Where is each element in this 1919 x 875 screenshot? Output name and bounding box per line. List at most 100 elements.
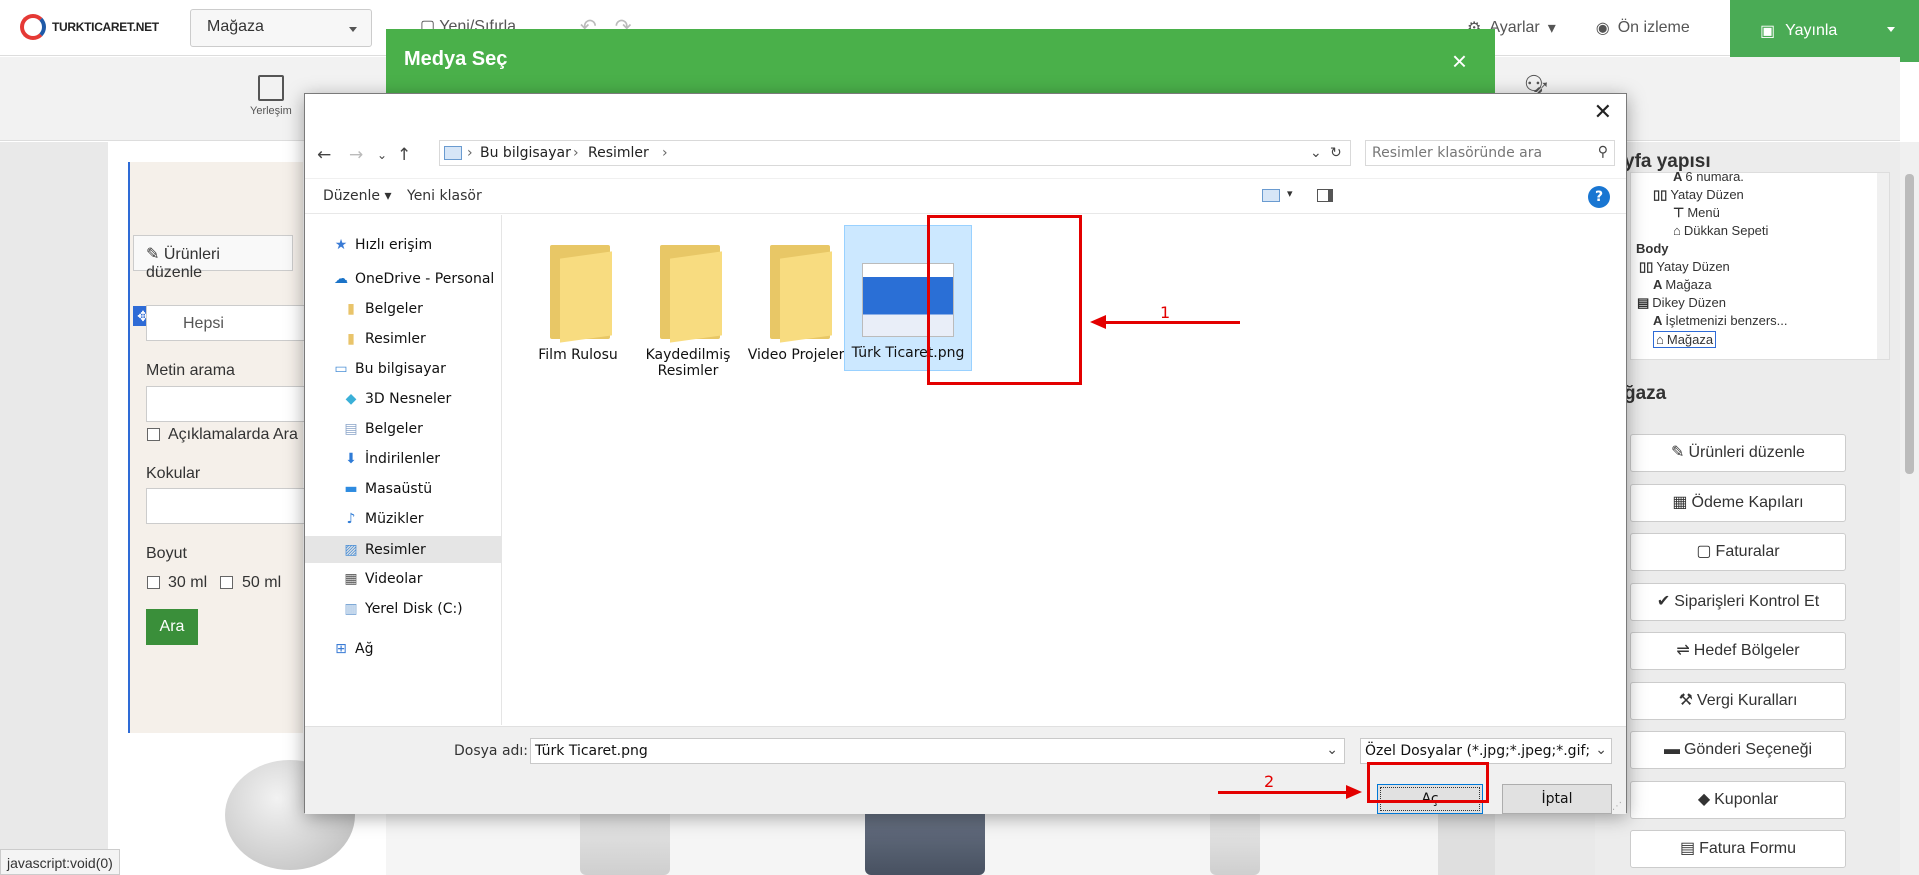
computer-icon: ▭ xyxy=(334,361,348,377)
search-input[interactable]: Resimler klasöründe ara ⚲ xyxy=(1365,140,1615,166)
store-action-button[interactable]: ▢ Faturalar xyxy=(1630,533,1846,571)
tree-item[interactable]: ⌂ Dükkan Sepeti xyxy=(1673,223,1768,238)
tree-item[interactable]: A6 numara. xyxy=(1673,169,1744,184)
cancel-button[interactable]: İptal xyxy=(1502,784,1612,814)
store-action-button[interactable]: ▦ Ödeme Kapıları xyxy=(1630,483,1846,522)
search-descriptions-checkbox[interactable] xyxy=(147,428,160,441)
search-icon: ⚲ xyxy=(1597,144,1608,160)
tree-item-label: Body xyxy=(1636,241,1669,256)
store-action-button[interactable]: ◆ Kuponlar xyxy=(1630,780,1846,819)
nav-item-label: OneDrive - Personal xyxy=(355,271,495,287)
nav-item-label: Bu bilgisayar xyxy=(355,361,446,377)
nav-item[interactable]: ♪ Müzikler xyxy=(343,511,424,527)
size-30-label: 30 ml xyxy=(168,574,208,591)
close-icon[interactable]: ✕ xyxy=(1594,100,1612,125)
recent-locations-icon[interactable]: ⌄ xyxy=(377,148,387,162)
nav-item[interactable]: ▮ Belgeler xyxy=(343,301,423,317)
text-search-input[interactable] xyxy=(146,386,306,422)
folder-item[interactable]: Video Projeleri xyxy=(734,235,862,363)
nav-item-label: Masaüstü xyxy=(365,481,433,497)
up-arrow-icon[interactable]: ↑ xyxy=(397,145,411,165)
store-action-button[interactable]: ▬ Gönderi Seçeneği xyxy=(1630,731,1846,769)
store-action-label: Ödeme Kapıları xyxy=(1691,493,1804,511)
nav-item[interactable]: ▤ Belgeler xyxy=(343,421,423,437)
edit-products-button-left[interactable]: ✎ Ürünleri düzenle xyxy=(133,235,293,281)
tree-item[interactable]: ⌂ Mağaza xyxy=(1653,331,1717,348)
nav-item[interactable]: ☁ OneDrive - Personal xyxy=(333,271,494,287)
new-folder-button[interactable]: Yeni klasör xyxy=(407,188,482,204)
filetype-value: Özel Dosyalar (*.jpg;*.jpeg;*.gif; xyxy=(1365,743,1591,759)
nav-item[interactable]: ▭ Bu bilgisayar xyxy=(333,361,446,377)
chevron-down-icon: ⌄ xyxy=(1595,742,1607,758)
size-30-checkbox[interactable] xyxy=(147,576,160,589)
tree-item[interactable]: ▯▯ Yatay Düzen xyxy=(1639,259,1730,275)
scents-input[interactable] xyxy=(146,488,306,524)
store-action-button[interactable]: ✔ Siparişleri Kontrol Et xyxy=(1630,582,1846,621)
annotation-arrowhead-1 xyxy=(1090,315,1106,329)
close-icon[interactable]: × xyxy=(1452,46,1467,77)
annotation-step-1: 1 xyxy=(1160,303,1171,322)
annotation-box-file xyxy=(927,215,1082,385)
store-action-button[interactable]: ▤ Fatura Formu xyxy=(1630,830,1846,868)
nav-item[interactable]: ⬇ İndirilenler xyxy=(343,451,440,467)
nav-item[interactable]: ★ Hızlı erişim xyxy=(333,237,432,253)
address-bar[interactable]: › Bu bilgisayar › Resimler › ⌄ ↻ xyxy=(439,140,1351,166)
store-select[interactable]: Mağaza xyxy=(190,9,372,47)
store-action-icon: ▦ xyxy=(1672,493,1688,511)
nav-item[interactable]: ▥ Yerel Disk (C:) xyxy=(343,601,463,617)
folder-item[interactable]: Film Rulosu xyxy=(514,235,642,363)
nav-item[interactable]: ⊞ Ağ xyxy=(333,641,373,657)
category-select[interactable]: Hepsi xyxy=(146,305,306,341)
folder-icon xyxy=(538,235,618,343)
tree-item[interactable]: ▯▯ Yatay Düzen xyxy=(1653,187,1744,203)
tree-item[interactable]: Body xyxy=(1633,241,1669,256)
filetype-select[interactable]: Özel Dosyalar (*.jpg;*.jpeg;*.gif; ⌄ xyxy=(1360,738,1612,764)
chevron-down-icon[interactable]: ⌄ xyxy=(1326,742,1338,758)
file-name: Film Rulosu xyxy=(538,347,618,363)
tree-item[interactable]: ⊤ Menü xyxy=(1673,205,1720,221)
chevron-down-icon[interactable]: ⌄ xyxy=(1310,145,1322,161)
toolbar-layout[interactable]: Yerleşim xyxy=(250,75,292,117)
site-logo[interactable]: TURKTICARET.NET xyxy=(20,14,159,40)
store-action-icon: ✔ xyxy=(1656,592,1671,610)
preview-pane-icon[interactable] xyxy=(1317,189,1333,202)
nav-item[interactable]: ▮ Resimler xyxy=(343,331,426,347)
organize-menu[interactable]: Düzenle ▾ xyxy=(323,188,391,204)
tree-scrollbar[interactable] xyxy=(1877,173,1889,359)
publish-button[interactable]: ▣ Yayınla xyxy=(1730,0,1919,62)
breadcrumb-separator[interactable]: › xyxy=(662,145,668,161)
toolbar-layout-label: Yerleşim xyxy=(250,105,292,117)
folder-item[interactable]: Kaydedilmiş Resimler xyxy=(624,235,752,379)
folder-icon xyxy=(758,235,838,343)
size-50-checkbox[interactable] xyxy=(220,576,233,589)
breadcrumb-this-pc[interactable]: Bu bilgisayar xyxy=(480,145,571,161)
nav-item-label: Yerel Disk (C:) xyxy=(365,601,463,617)
chevron-down-icon[interactable] xyxy=(1887,27,1895,32)
resize-grip-icon[interactable]: ⋰ xyxy=(1612,801,1622,812)
tree-item-label: Dükkan Sepeti xyxy=(1683,223,1769,238)
back-arrow-icon[interactable]: ← xyxy=(317,145,331,165)
store-action-button[interactable]: ⇌ Hedef Bölgeler xyxy=(1630,632,1846,670)
nav-item[interactable]: ▨ Resimler xyxy=(305,536,501,563)
refresh-icon[interactable]: ↻ xyxy=(1330,145,1342,161)
forward-arrow-icon[interactable]: → xyxy=(349,145,363,165)
tree-item-label: Yatay Düzen xyxy=(1670,187,1744,202)
filename-input[interactable]: Türk Ticaret.png ⌄ xyxy=(530,738,1345,764)
store-action-button[interactable]: ⚒ Vergi Kuralları xyxy=(1630,681,1846,720)
tree-item-label: Mağaza xyxy=(1666,332,1714,347)
logo-text: TURKTICARET.NET xyxy=(52,20,159,34)
preview-button[interactable]: ◉ Ön izleme xyxy=(1576,18,1710,38)
page-scrollbar-thumb[interactable] xyxy=(1905,174,1914,474)
help-icon[interactable]: ? xyxy=(1588,186,1610,208)
nav-item[interactable]: ▦ Videolar xyxy=(343,571,422,587)
view-options-icon[interactable] xyxy=(1262,189,1280,202)
nav-item[interactable]: ▬ Masaüstü xyxy=(343,481,432,497)
store-action-button[interactable]: ✎ Ürünleri düzenle xyxy=(1630,434,1846,472)
tree-item[interactable]: A İşletmenizi benzers... xyxy=(1653,313,1788,328)
tree-item[interactable]: ▤ Dikey Düzen xyxy=(1637,295,1726,311)
search-button[interactable]: Ara xyxy=(146,609,198,645)
breadcrumb-pictures[interactable]: Resimler xyxy=(588,145,649,161)
nav-item[interactable]: ◆ 3D Nesneler xyxy=(343,391,452,407)
tree-item[interactable]: A Mağaza xyxy=(1653,277,1712,292)
chevron-down-icon[interactable]: ▾ xyxy=(1287,187,1293,200)
